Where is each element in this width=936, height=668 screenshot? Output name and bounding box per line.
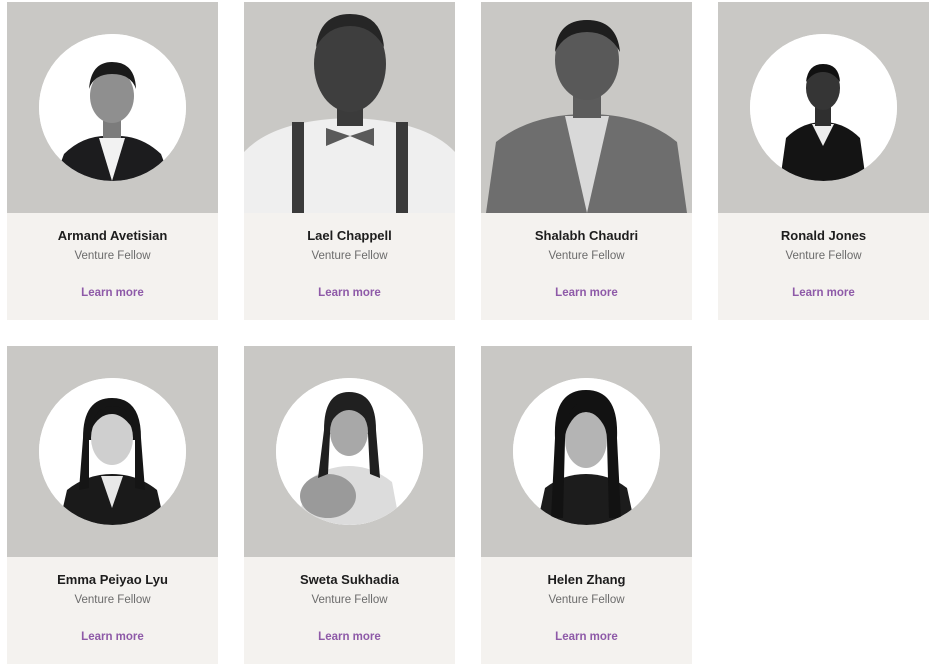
fellow-role: Venture Fellow bbox=[74, 250, 151, 262]
fellow-name: Helen Zhang bbox=[547, 572, 626, 587]
learn-more-link[interactable]: Learn more bbox=[7, 631, 218, 643]
fellow-card[interactable]: Shalabh Chaudri Venture Fellow Learn mor… bbox=[481, 2, 692, 320]
fellow-portrait bbox=[513, 378, 660, 525]
fellow-name: Sweta Sukhadia bbox=[300, 572, 399, 587]
fellow-name: Armand Avetisian bbox=[57, 228, 168, 243]
learn-more-link[interactable]: Learn more bbox=[481, 287, 692, 299]
learn-more-link[interactable]: Learn more bbox=[718, 287, 929, 299]
fellow-card[interactable]: Sweta Sukhadia Venture Fellow Learn more bbox=[244, 346, 455, 664]
fellow-role: Venture Fellow bbox=[785, 250, 862, 262]
fellows-grid: Armand Avetisian Venture Fellow Learn mo… bbox=[0, 0, 936, 668]
person-portrait-icon bbox=[39, 34, 186, 181]
fellow-photo-frame bbox=[7, 2, 218, 213]
fellow-photo-frame bbox=[7, 346, 218, 557]
person-portrait-icon bbox=[244, 2, 455, 213]
fellow-photo-frame bbox=[481, 2, 692, 213]
fellow-card[interactable]: Lael Chappell Venture Fellow Learn more bbox=[244, 2, 455, 320]
learn-more-link[interactable]: Learn more bbox=[244, 631, 455, 643]
person-portrait-icon bbox=[276, 378, 423, 525]
fellow-portrait bbox=[39, 378, 186, 525]
fellow-card[interactable]: Helen Zhang Venture Fellow Learn more bbox=[481, 346, 692, 664]
learn-more-link[interactable]: Learn more bbox=[481, 631, 692, 643]
fellow-name: Shalabh Chaudri bbox=[534, 228, 639, 243]
fellow-name: Ronald Jones bbox=[780, 228, 867, 243]
fellow-role: Venture Fellow bbox=[548, 594, 625, 606]
fellow-portrait bbox=[39, 34, 186, 181]
person-portrait-icon bbox=[39, 378, 186, 525]
fellow-name: Lael Chappell bbox=[307, 228, 392, 243]
fellow-photo-frame bbox=[244, 346, 455, 557]
learn-more-link[interactable]: Learn more bbox=[7, 287, 218, 299]
fellow-portrait bbox=[750, 34, 897, 181]
person-portrait-icon bbox=[481, 2, 692, 213]
fellow-role: Venture Fellow bbox=[311, 250, 388, 262]
person-portrait-icon bbox=[513, 378, 660, 525]
fellow-role: Venture Fellow bbox=[548, 250, 625, 262]
fellow-name: Emma Peiyao Lyu bbox=[57, 572, 168, 587]
person-portrait-icon bbox=[750, 34, 897, 181]
fellow-role: Venture Fellow bbox=[74, 594, 151, 606]
fellow-photo-frame bbox=[244, 2, 455, 213]
fellow-card[interactable]: Ronald Jones Venture Fellow Learn more bbox=[718, 2, 929, 320]
learn-more-link[interactable]: Learn more bbox=[244, 287, 455, 299]
fellow-role: Venture Fellow bbox=[311, 594, 388, 606]
fellow-card[interactable]: Emma Peiyao Lyu Venture Fellow Learn mor… bbox=[7, 346, 218, 664]
fellow-photo-frame bbox=[481, 346, 692, 557]
fellow-portrait bbox=[276, 378, 423, 525]
fellow-card[interactable]: Armand Avetisian Venture Fellow Learn mo… bbox=[7, 2, 218, 320]
fellow-photo-frame bbox=[718, 2, 929, 213]
